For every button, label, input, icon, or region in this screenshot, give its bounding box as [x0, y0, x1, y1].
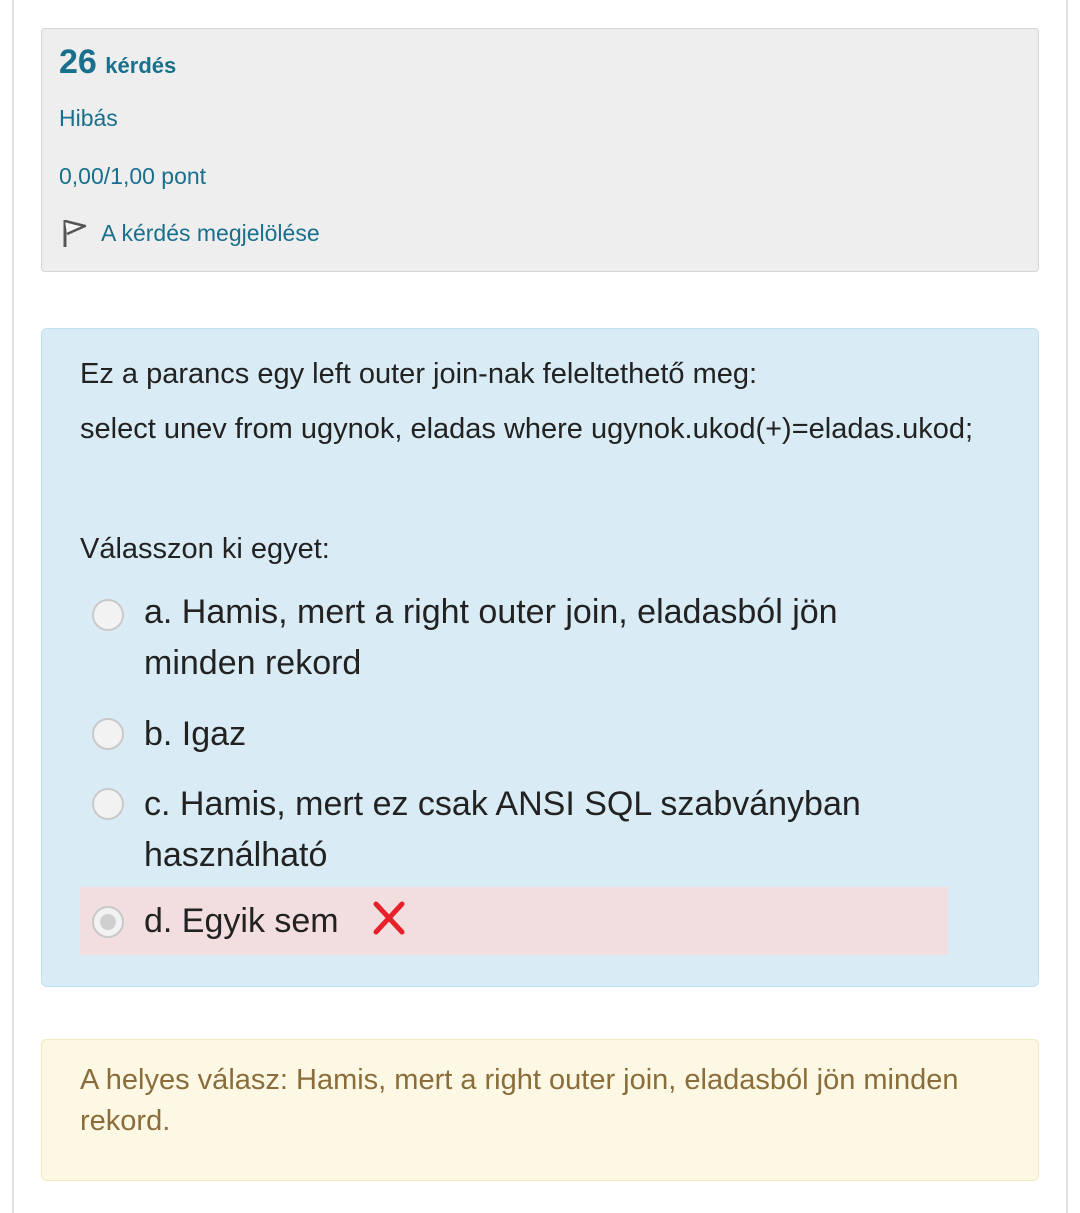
incorrect-x-icon: [373, 901, 405, 935]
answer-prompt: Válasszon ki egyet:: [80, 533, 330, 565]
question-info-panel: 26 kérdés Hibás 0,00/1,00 pont A kérdés …: [41, 28, 1039, 272]
question-sql-line: select unev from ugynok, eladas where ug…: [80, 413, 974, 445]
radio-option-a[interactable]: [92, 599, 124, 631]
answer-option-c-label: c. Hamis, mert ez csak ANSI SQL szabvány…: [144, 785, 861, 874]
answer-option-b-label: b. Igaz: [144, 715, 247, 753]
question-grade: 0,00/1,00 pont: [59, 163, 207, 189]
question-number: 26 kérdés: [59, 43, 176, 82]
page-border-left: [12, 0, 14, 1213]
answer-option-a[interactable]: a. Hamis, mert a right outer join, elada…: [80, 587, 948, 689]
radio-option-b[interactable]: [92, 718, 124, 750]
feedback-box: A helyes válasz: Hamis, mert a right out…: [41, 1039, 1039, 1181]
answer-option-d-row: d. Egyik sem: [144, 896, 934, 947]
question-text-line: Ez a parancs egy left outer join-nak fel…: [80, 358, 758, 390]
answer-option-a-label: a. Hamis, mert a right outer join, elada…: [144, 593, 838, 682]
question-state: Hibás: [59, 105, 118, 131]
right-answer-text: A helyes válasz: Hamis, mert a right out…: [80, 1064, 959, 1137]
answer-option-c[interactable]: c. Hamis, mert ez csak ANSI SQL szabvány…: [80, 779, 948, 881]
page-border-right: [1066, 0, 1068, 1213]
question-box: Ez a parancs egy left outer join-nak fel…: [41, 328, 1039, 987]
answer-option-d-label: d. Egyik sem: [144, 902, 339, 940]
radio-option-c[interactable]: [92, 788, 124, 820]
radio-option-d[interactable]: [92, 906, 124, 938]
question-number-value: 26: [59, 43, 97, 81]
flag-question-link[interactable]: A kérdés megjelölése: [59, 217, 320, 249]
flag-icon: [63, 219, 87, 247]
question-text: Ez a parancs egy left outer join-nak fel…: [80, 353, 980, 463]
question-number-label: kérdés: [105, 53, 177, 78]
answer-option-d[interactable]: d. Egyik sem: [80, 887, 948, 955]
answer-option-b[interactable]: b. Igaz: [80, 709, 948, 760]
flag-question-label: A kérdés megjelölése: [101, 219, 320, 246]
